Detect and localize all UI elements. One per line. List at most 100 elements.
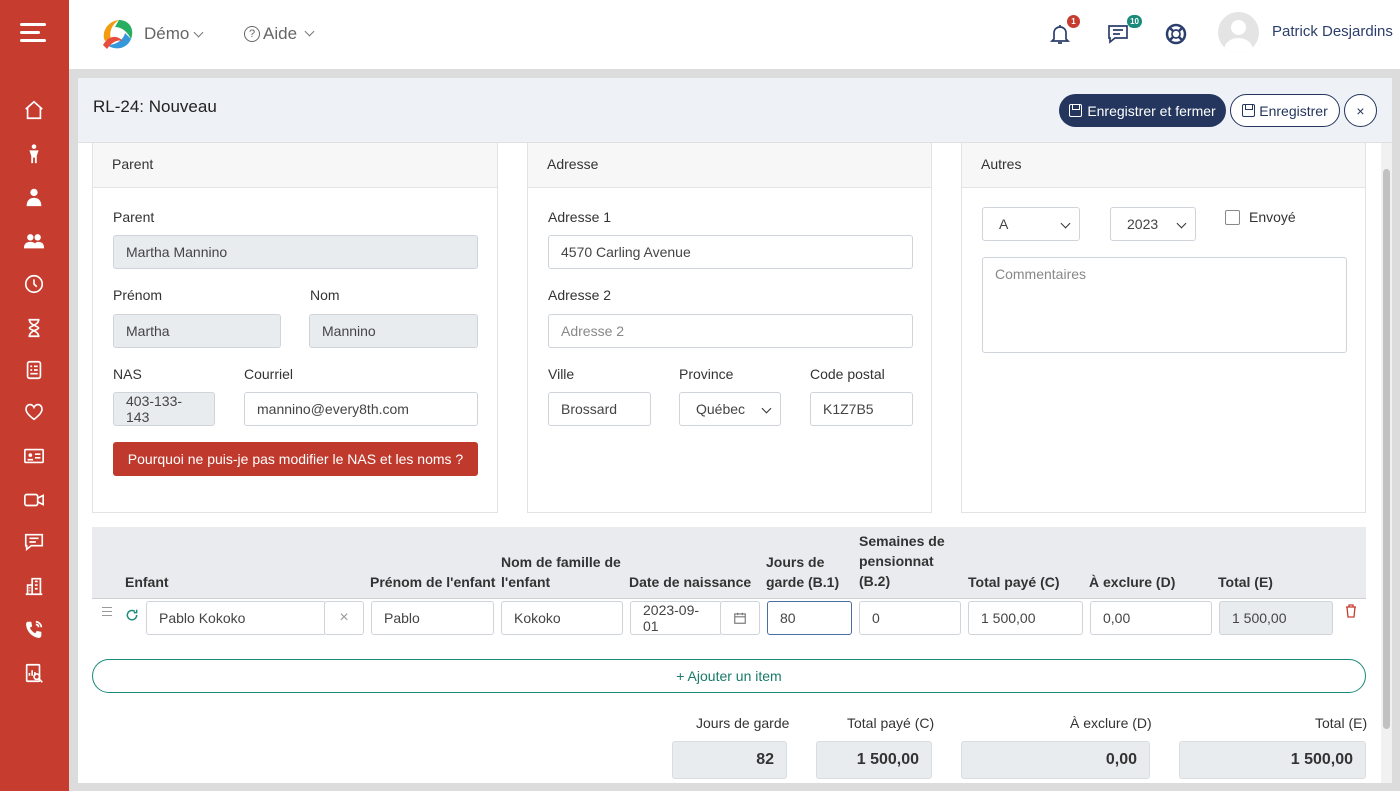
enfant-field[interactable]: Pablo Kokoko	[146, 601, 326, 635]
autres-header: Autres	[962, 143, 1365, 188]
add-item-button[interactable]: + Ajouter un item	[92, 659, 1366, 693]
report-icon[interactable]	[22, 661, 46, 685]
parent-header: Parent	[93, 143, 497, 188]
aide-label: Aide	[263, 24, 298, 43]
scrollbar[interactable]	[1381, 143, 1392, 783]
bell-icon[interactable]: 1	[1048, 15, 1080, 48]
aide-menu[interactable]: ? Aide	[244, 24, 315, 44]
save-close-label: Enregistrer et fermer	[1087, 102, 1216, 119]
chevron-down-icon	[304, 26, 315, 36]
heart-icon[interactable]	[22, 400, 46, 424]
col-jours-line1: Jours de	[766, 554, 825, 570]
clock-icon[interactable]	[22, 272, 46, 296]
document-icon[interactable]	[22, 358, 46, 382]
children-table-header: Enfant Prénom de l'enfant Nom de famille…	[92, 527, 1366, 599]
total-field[interactable]: 1 500,00	[1219, 601, 1333, 635]
col-prenom: Prénom de l'enfant	[370, 574, 496, 590]
id-card-icon[interactable]	[22, 444, 46, 468]
col-exclure: À exclure (D)	[1089, 574, 1176, 590]
messages-badge: 10	[1127, 15, 1142, 28]
adresse2-field[interactable]: Adresse 2	[548, 314, 913, 348]
year-select[interactable]: 2023	[1110, 207, 1196, 241]
type-select[interactable]: A	[982, 207, 1080, 241]
envoye-checkbox[interactable]	[1225, 210, 1240, 225]
phone-icon[interactable]	[22, 618, 46, 642]
modal-title: RL-24: Nouveau	[93, 97, 217, 116]
adresse2-label: Adresse 2	[548, 287, 612, 303]
nom-enfant-field[interactable]: Kokoko	[501, 601, 623, 635]
adresse1-field[interactable]: 4570 Carling Avenue	[548, 235, 913, 269]
totals-total-paye-label: Total payé (C)	[847, 715, 935, 731]
support-icon[interactable]	[1164, 22, 1190, 48]
prenom-field[interactable]: Martha	[113, 314, 281, 348]
chat-icon[interactable]	[22, 530, 46, 554]
sidebar	[0, 0, 69, 791]
messages-icon[interactable]: 10	[1106, 15, 1142, 48]
notification-badge: 1	[1067, 15, 1080, 28]
type-value: A	[999, 216, 1009, 232]
home-icon[interactable]	[22, 98, 46, 122]
code-postal-field[interactable]: K1Z7B5	[810, 392, 913, 426]
code-postal-label: Code postal	[810, 366, 885, 382]
modal-header: RL-24: Nouveau Enregistrer et fermer Enr…	[78, 78, 1392, 143]
save-close-button[interactable]: Enregistrer et fermer	[1059, 94, 1226, 127]
drag-handle-icon[interactable]	[102, 607, 112, 616]
parent-label: Parent	[113, 209, 155, 225]
province-label: Province	[679, 366, 734, 382]
calendar-icon[interactable]	[720, 601, 760, 635]
why-nas-button[interactable]: Pourquoi ne puis-je pas modifier le NAS …	[113, 442, 478, 476]
col-total-paye: Total payé (C)	[968, 574, 1060, 590]
top-bar: Démo ? Aide 1 10 Patrick Desjardins	[69, 0, 1400, 69]
save-icon	[1242, 104, 1256, 117]
totals-total-value: 1 500,00	[1179, 741, 1366, 779]
courriel-field[interactable]: mannino@every8th.com	[244, 392, 478, 426]
avatar[interactable]	[1218, 12, 1259, 53]
nas-label: NAS	[113, 366, 142, 382]
user-name[interactable]: Patrick Desjardins	[1272, 23, 1393, 40]
nom-label: Nom	[310, 287, 340, 303]
refresh-icon[interactable]	[125, 608, 139, 622]
building-icon[interactable]	[22, 574, 46, 598]
hourglass-icon[interactable]	[22, 316, 46, 340]
nom-field[interactable]: Mannino	[309, 314, 478, 348]
video-icon[interactable]	[22, 488, 46, 512]
commentaires-field[interactable]: Commentaires	[982, 257, 1347, 353]
group-icon[interactable]	[22, 229, 46, 253]
save-button[interactable]: Enregistrer	[1230, 94, 1340, 127]
staff-icon[interactable]	[22, 185, 46, 209]
ville-field[interactable]: Brossard	[548, 392, 651, 426]
semaines-field[interactable]: 0	[859, 601, 961, 635]
close-button[interactable]: ×	[1344, 94, 1377, 127]
naissance-field[interactable]: 2023-09-01	[630, 601, 722, 635]
total-paye-field[interactable]: 1 500,00	[968, 601, 1083, 635]
child-icon[interactable]	[22, 142, 46, 166]
nas-field[interactable]: 403-133-143	[113, 392, 215, 426]
prenom-enfant-field[interactable]: Pablo	[371, 601, 494, 635]
col-nom-famille-line1: Nom de famille de	[501, 554, 621, 570]
parent-field[interactable]: Martha Mannino	[113, 235, 478, 269]
col-naissance: Date de naissance	[629, 574, 752, 590]
ville-label: Ville	[548, 366, 575, 382]
col-jours: Jours de garde (B.1)	[766, 552, 839, 592]
province-select[interactable]: Québec	[679, 392, 781, 426]
col-nom-famille-line2: l'enfant	[501, 574, 551, 590]
clear-enfant-button[interactable]: ×	[324, 601, 364, 635]
totals-jours-label: Jours de garde	[696, 715, 790, 731]
logo	[103, 20, 133, 49]
exclure-field[interactable]: 0,00	[1090, 601, 1212, 635]
col-enfant: Enfant	[125, 574, 169, 590]
prenom-label: Prénom	[113, 287, 163, 303]
totals-exclure-label: À exclure (D)	[1070, 715, 1152, 731]
year-value: 2023	[1127, 216, 1159, 232]
trash-icon[interactable]	[1345, 604, 1357, 618]
adresse-panel: Adresse Adresse 1 4570 Carling Avenue Ad…	[527, 143, 932, 513]
chevron-down-icon	[193, 27, 204, 38]
jours-field[interactable]: 80	[767, 601, 852, 635]
menu-icon[interactable]	[20, 23, 46, 45]
col-nom-famille: Nom de famille de l'enfant	[501, 552, 621, 592]
scrollbar-thumb[interactable]	[1383, 169, 1390, 729]
col-semaines-line1: Semaines de	[859, 533, 945, 549]
rl24-modal: RL-24: Nouveau Enregistrer et fermer Enr…	[78, 78, 1392, 783]
col-jours-line2: garde (B.1)	[766, 574, 840, 590]
demo-menu[interactable]: Démo	[144, 24, 204, 44]
